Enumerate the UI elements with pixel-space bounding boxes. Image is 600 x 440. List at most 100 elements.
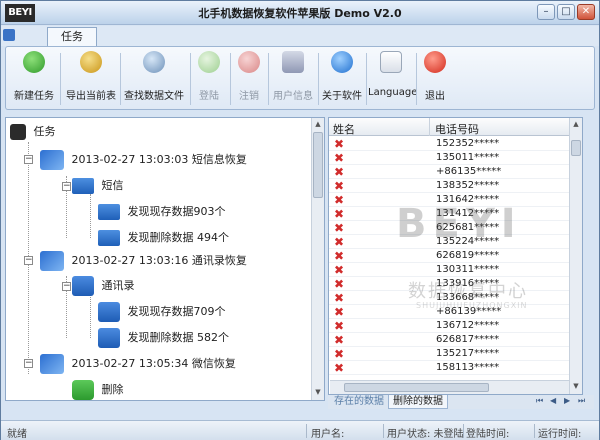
contacts-icon xyxy=(98,302,120,322)
scroll-thumb[interactable] xyxy=(344,383,489,392)
expand-toggle[interactable]: − xyxy=(62,182,71,191)
group-label: 短信 xyxy=(101,179,124,192)
scroll-down-arrow[interactable]: ▼ xyxy=(312,386,324,398)
wechat-icon xyxy=(72,380,94,400)
phone-cell: 135217***** xyxy=(436,348,500,359)
scroll-thumb[interactable] xyxy=(313,132,323,198)
column-divider[interactable] xyxy=(429,118,430,136)
tree-leaf-node[interactable]: 发现现存数据709个 xyxy=(98,302,226,322)
user-info-label: 用户信息 xyxy=(273,91,313,102)
table-row[interactable]: ✖ 136712***** xyxy=(329,319,570,333)
phone-cell: 152352***** xyxy=(436,138,500,149)
column-name-header[interactable]: 姓名 xyxy=(333,121,355,137)
grid-vscrollbar[interactable]: ▲ ▼ xyxy=(569,118,582,394)
minimize-button[interactable]: – xyxy=(537,4,555,20)
table-row[interactable]: ✖ 135011***** xyxy=(329,151,570,165)
ribbon-separator xyxy=(120,53,121,105)
column-phone-header[interactable]: 电话号码 xyxy=(435,121,479,137)
tab-task[interactable]: 任务 xyxy=(47,27,97,46)
close-button[interactable]: ✕ xyxy=(577,4,595,20)
exit-button[interactable]: 退出 xyxy=(420,51,450,107)
task-title: 2013-02-27 13:05:34 微信恢复 xyxy=(71,357,236,370)
language-button[interactable]: Language xyxy=(368,51,418,107)
table-row[interactable]: ✖ 152352***** xyxy=(329,137,570,151)
title-prefix: 北 xyxy=(198,7,210,20)
ribbon-separator xyxy=(230,53,231,105)
new-task-label: 新建任务 xyxy=(14,91,54,102)
tree-group-node[interactable]: 通讯录 xyxy=(72,276,135,296)
tree-task-node[interactable]: 2013-02-27 13:03:03 短信息恢复 xyxy=(40,150,247,170)
deleted-mark-icon: ✖ xyxy=(334,207,345,221)
find-data-button[interactable]: 查找数据文件 xyxy=(123,51,185,107)
message-icon xyxy=(98,204,120,220)
tree-group-node[interactable]: 短信 xyxy=(72,176,124,196)
group-label: 删除 xyxy=(101,383,124,396)
table-row[interactable]: ✖ 158113***** xyxy=(329,361,570,375)
tab-existing-data[interactable]: 存在的数据 xyxy=(330,395,388,409)
prev-page-icon[interactable]: ◀ xyxy=(550,396,556,405)
grid-hscrollbar[interactable] xyxy=(330,380,570,394)
deleted-mark-icon: ✖ xyxy=(334,333,345,347)
export-label: 导出当前表 xyxy=(66,91,116,102)
user-info-button[interactable]: 用户信息 xyxy=(270,51,316,107)
last-page-icon[interactable]: ⏭ xyxy=(578,396,585,406)
tree-leaf-node[interactable]: 发现删除数据 494个 xyxy=(98,228,229,248)
scroll-down-arrow[interactable]: ▼ xyxy=(570,380,582,392)
login-icon xyxy=(198,51,220,73)
logout-icon xyxy=(238,51,260,73)
status-run-time: 运行时间: xyxy=(538,429,582,440)
expand-toggle[interactable]: − xyxy=(62,282,71,291)
message-icon xyxy=(72,178,94,194)
deleted-mark-icon: ✖ xyxy=(334,277,345,291)
tree-group-node[interactable]: 删除 xyxy=(72,380,124,400)
watermark-small-text: SHUJUHUIFUZHONGXIN xyxy=(416,301,528,310)
new-task-button[interactable]: 新建任务 xyxy=(12,51,56,107)
message-icon xyxy=(98,230,120,246)
watermark-mid-text: 数据恢复中心 xyxy=(408,281,528,302)
tree-task-node[interactable]: 2013-02-27 13:03:16 通讯录恢复 xyxy=(40,251,247,271)
phone-cell: +86135***** xyxy=(436,166,502,177)
table-row[interactable]: ✖ 135217***** xyxy=(329,347,570,361)
expand-toggle[interactable]: − xyxy=(24,155,33,164)
watermark-logo: BEYI 数据恢复中心 SHUJUHUIFUZHONGXIN xyxy=(396,201,527,310)
first-page-icon[interactable]: ⏮ xyxy=(536,396,543,406)
logout-button[interactable]: 注销 xyxy=(234,51,264,107)
tree-root[interactable]: 任务 xyxy=(10,122,56,142)
table-row[interactable]: ✖ 138352***** xyxy=(329,179,570,193)
deleted-mark-icon: ✖ xyxy=(334,319,345,333)
deleted-mark-icon: ✖ xyxy=(334,263,345,277)
ribbon-separator xyxy=(318,53,319,105)
tree-scrollbar[interactable]: ▲ ▼ xyxy=(311,118,324,400)
leaf-label: 发现删除数据 494个 xyxy=(127,231,230,244)
export-button[interactable]: 导出当前表 xyxy=(64,51,118,107)
maximize-button[interactable]: □ xyxy=(557,4,575,20)
table-row[interactable]: ✖ 626817***** xyxy=(329,333,570,347)
new-task-icon xyxy=(23,51,45,73)
export-icon xyxy=(80,51,102,73)
login-button[interactable]: 登陆 xyxy=(194,51,224,107)
next-page-icon[interactable]: ▶ xyxy=(564,396,570,405)
exit-icon xyxy=(424,51,446,73)
app-menu-icon[interactable] xyxy=(3,29,15,41)
tree-leaf-node[interactable]: 发现删除数据 582个 xyxy=(98,328,229,348)
table-row[interactable]: ✖ +86135***** xyxy=(329,165,570,179)
status-divider xyxy=(306,424,307,438)
phone-cell: 626817***** xyxy=(436,334,500,345)
expand-toggle[interactable]: − xyxy=(24,359,33,368)
language-label: Language xyxy=(368,87,418,98)
about-button[interactable]: 关于软件 xyxy=(320,51,364,107)
title-bar[interactable]: BEYI 北手机数据恢复软件苹果版 Demo V2.0 – □ ✕ xyxy=(1,1,599,25)
scroll-up-arrow[interactable]: ▲ xyxy=(570,118,582,130)
find-data-label: 查找数据文件 xyxy=(124,91,184,102)
tab-deleted-data[interactable]: 删除的数据 xyxy=(388,395,448,409)
scroll-up-arrow[interactable]: ▲ xyxy=(312,118,324,130)
task-tree[interactable]: 任务 − 2013-02-27 13:03:03 短信息恢复 − 短信 发现现存… xyxy=(5,117,325,401)
task-icon xyxy=(40,251,64,271)
task-icon xyxy=(40,354,64,374)
tree-leaf-node[interactable]: 发现现存数据903个 xyxy=(98,202,226,222)
deleted-mark-icon: ✖ xyxy=(334,137,345,151)
scroll-thumb[interactable] xyxy=(571,140,581,156)
tree-task-node[interactable]: 2013-02-27 13:05:34 微信恢复 xyxy=(40,354,236,374)
status-divider xyxy=(383,424,384,438)
expand-toggle[interactable]: − xyxy=(24,256,33,265)
